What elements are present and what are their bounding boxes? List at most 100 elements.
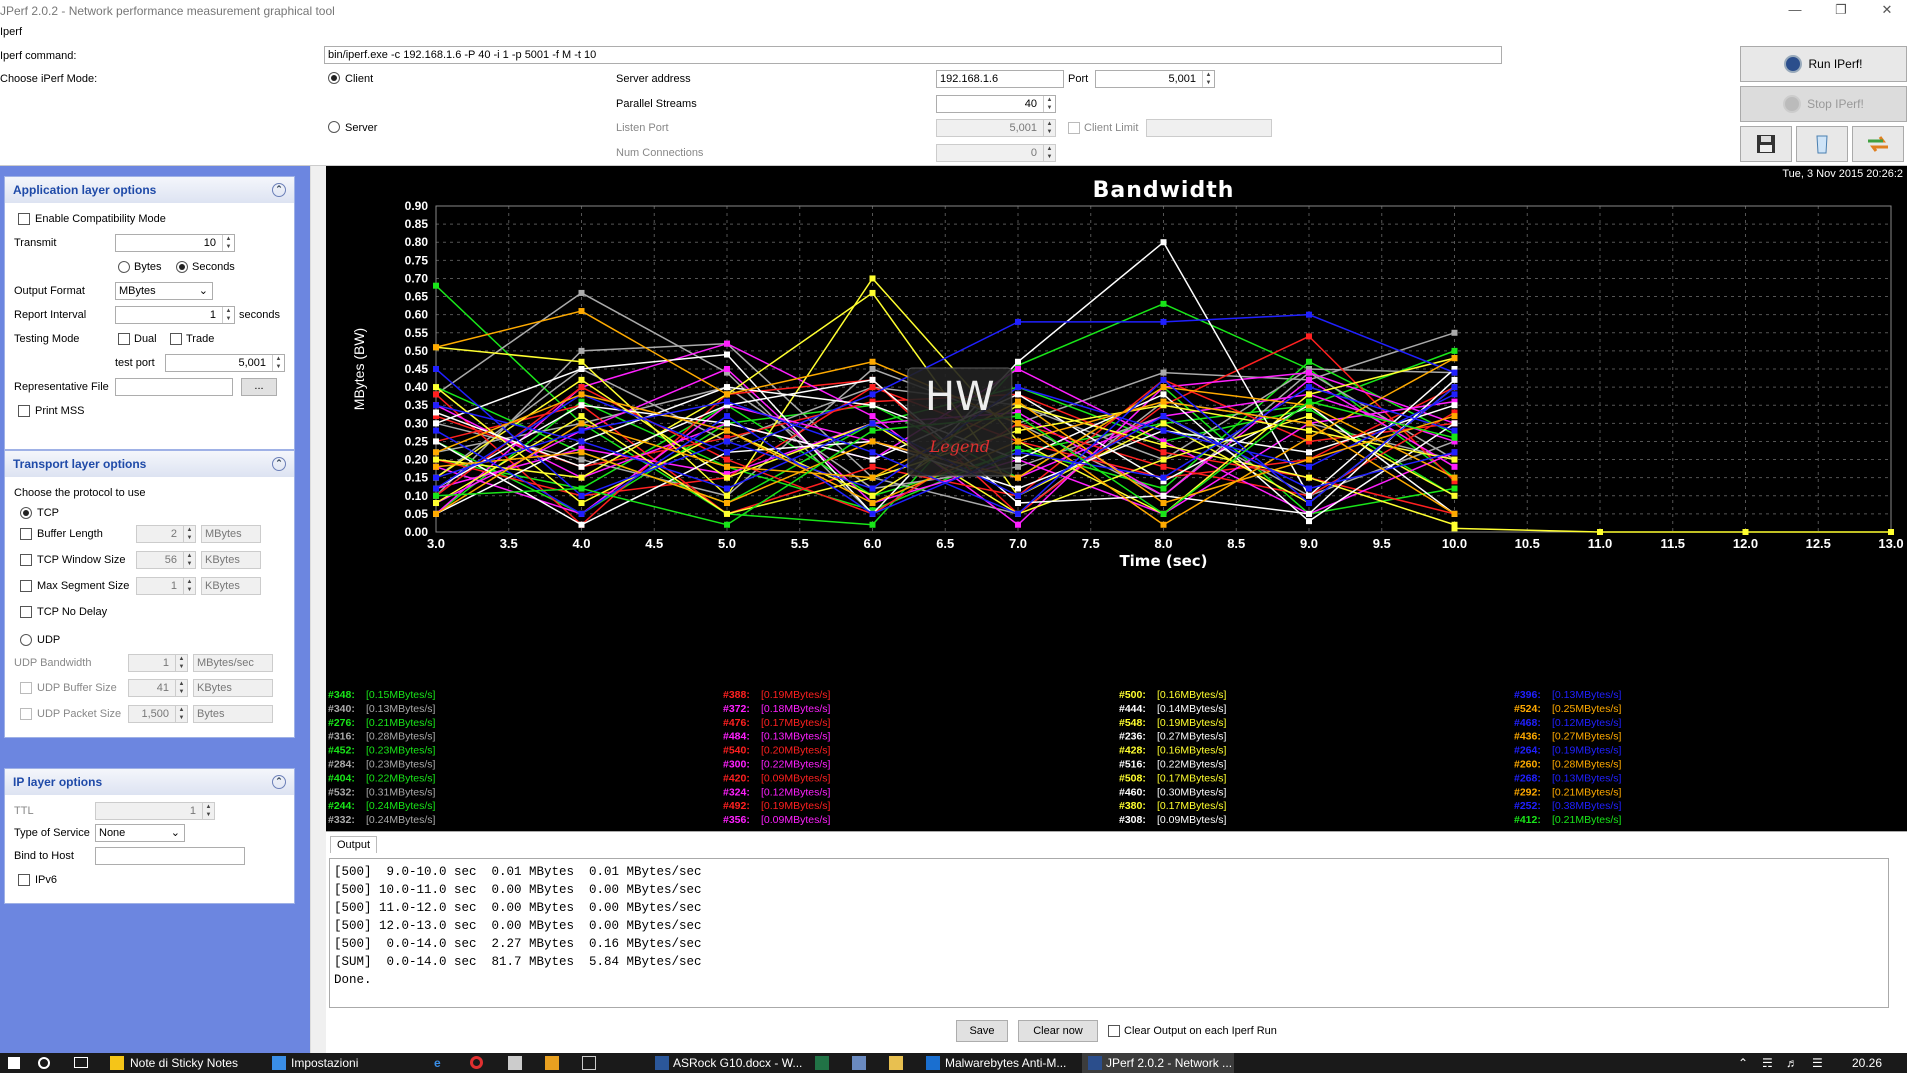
compat-mode-checkbox[interactable]: [18, 213, 30, 225]
media-icon[interactable]: [545, 1056, 559, 1070]
max-segment-spinner[interactable]: ▲ ▼: [183, 578, 195, 594]
parallel-spinner[interactable]: ▲ ▼: [1043, 96, 1055, 112]
output-text[interactable]: [500] 9.0-10.0 sec 0.01 MBytes 0.01 MByt…: [329, 858, 1889, 1008]
test-port-field[interactable]: 5,001 ▲ ▼: [165, 354, 285, 372]
port-field[interactable]: 5,001 ▲ ▼: [1095, 70, 1215, 88]
dual-checkbox[interactable]: [118, 333, 130, 345]
num-conn-spinner[interactable]: ▲ ▼: [1043, 145, 1055, 161]
listen-port-field[interactable]: 5,001 ▲ ▼: [936, 119, 1056, 137]
tcp-window-checkbox[interactable]: [20, 554, 32, 566]
clear-now-button[interactable]: Clear now: [1018, 1020, 1098, 1042]
tray-chevron-icon[interactable]: ⌃: [1738, 1056, 1748, 1070]
parallel-streams-field[interactable]: 40 ▲ ▼: [936, 95, 1056, 113]
udp-packet-unit-select[interactable]: Bytes: [193, 705, 273, 723]
phone-icon[interactable]: [852, 1056, 866, 1070]
ipv6-checkbox[interactable]: [18, 874, 30, 886]
num-connections-field[interactable]: 0 ▲ ▼: [936, 144, 1056, 162]
report-interval-field[interactable]: 1 ▲ ▼: [115, 306, 235, 324]
rep-file-field[interactable]: [115, 378, 233, 396]
app-icon[interactable]: [582, 1056, 596, 1070]
ip-layer-header[interactable]: IP layer options ⌃: [5, 769, 294, 795]
max-segment-unit-select[interactable]: KBytes: [201, 577, 261, 595]
iperf-command-field[interactable]: bin/iperf.exe -c 192.168.1.6 -P 40 -i 1 …: [324, 46, 1502, 64]
search-icon[interactable]: [38, 1057, 50, 1069]
trade-checkbox[interactable]: [170, 333, 182, 345]
network-icon[interactable]: ☴: [1762, 1056, 1773, 1070]
taskbar-item-settings[interactable]: Impostazioni: [291, 1056, 358, 1070]
seconds-radio[interactable]: [176, 261, 188, 273]
collapse-icon[interactable]: ⌃: [272, 457, 286, 471]
transport-layer-header[interactable]: Transport layer options ⌃: [5, 451, 294, 477]
buffer-length-unit-select[interactable]: MBytes: [201, 525, 261, 543]
ttl-field[interactable]: 1 ▲ ▼: [95, 802, 215, 820]
output-format-select[interactable]: MBytes ⌄: [115, 282, 213, 300]
bind-host-field[interactable]: [95, 847, 245, 865]
tos-select[interactable]: None ⌄: [95, 824, 185, 842]
stop-iperf-button[interactable]: Stop IPerf!: [1740, 86, 1907, 122]
task-view-icon[interactable]: [74, 1057, 88, 1068]
store-icon[interactable]: [508, 1056, 522, 1070]
minimize-icon[interactable]: —: [1772, 0, 1818, 22]
udp-packet-field[interactable]: 1,500 ▲ ▼: [128, 705, 188, 723]
output-tab[interactable]: Output: [330, 836, 378, 853]
tcp-window-spinner[interactable]: ▲ ▼: [183, 552, 195, 568]
buffer-length-spinner[interactable]: ▲ ▼: [183, 526, 195, 542]
volume-icon[interactable]: ♬: [1786, 1056, 1798, 1070]
clear-icon[interactable]: [1796, 126, 1848, 162]
windows-start-icon[interactable]: [8, 1057, 20, 1069]
buffer-length-field[interactable]: 2 ▲ ▼: [136, 525, 196, 543]
listen-port-spinner[interactable]: ▲ ▼: [1043, 120, 1055, 136]
ttl-spinner[interactable]: ▲ ▼: [202, 803, 214, 819]
edge-icon[interactable]: e: [434, 1056, 448, 1070]
refresh-icon[interactable]: [1852, 126, 1904, 162]
report-interval-spinner[interactable]: ▲ ▼: [222, 307, 234, 323]
server-address-field[interactable]: 192.168.1.6: [936, 70, 1064, 88]
save-button[interactable]: Save: [956, 1020, 1008, 1042]
udp-bandwidth-spinner[interactable]: ▲ ▼: [175, 655, 187, 671]
taskbar-item-malwarebytes[interactable]: Malwarebytes Anti-M...: [945, 1056, 1066, 1070]
port-spinner[interactable]: ▲ ▼: [1202, 71, 1214, 87]
tcp-window-field[interactable]: 56 ▲ ▼: [136, 551, 196, 569]
max-segment-checkbox[interactable]: [20, 580, 32, 592]
left-scrollbar[interactable]: [310, 166, 326, 1053]
browse-button[interactable]: ...: [241, 378, 277, 396]
tcp-radio[interactable]: [20, 507, 32, 519]
opera-icon[interactable]: [470, 1056, 483, 1069]
close-icon[interactable]: ✕: [1864, 0, 1907, 22]
client-limit-field[interactable]: [1146, 119, 1272, 137]
udp-buffer-unit-select[interactable]: KBytes: [193, 679, 273, 697]
taskbar-item-jperf[interactable]: JPerf 2.0.2 - Network ...: [1106, 1056, 1232, 1070]
udp-buffer-checkbox[interactable]: [20, 682, 32, 694]
notifications-icon[interactable]: ☰: [1812, 1056, 1823, 1070]
udp-packet-checkbox[interactable]: [20, 708, 32, 720]
client-radio[interactable]: [328, 72, 340, 84]
transmit-spinner[interactable]: ▲ ▼: [222, 235, 234, 251]
tcp-no-delay-checkbox[interactable]: [20, 606, 32, 618]
udp-bandwidth-unit-select[interactable]: MBytes/sec: [193, 654, 273, 672]
udp-bandwidth-field[interactable]: 1 ▲ ▼: [128, 654, 188, 672]
udp-packet-spinner[interactable]: ▲ ▼: [175, 706, 187, 722]
max-segment-field[interactable]: 1 ▲ ▼: [136, 577, 196, 595]
udp-buffer-spinner[interactable]: ▲ ▼: [175, 680, 187, 696]
collapse-icon[interactable]: ⌃: [272, 775, 286, 789]
clear-each-run-checkbox[interactable]: [1108, 1025, 1120, 1037]
buffer-length-checkbox[interactable]: [20, 528, 32, 540]
udp-buffer-field[interactable]: 41 ▲ ▼: [128, 679, 188, 697]
menu-iperf[interactable]: Iperf: [0, 26, 22, 38]
bytes-radio[interactable]: [118, 261, 130, 273]
application-layer-header[interactable]: Application layer options ⌃: [5, 177, 294, 203]
server-radio[interactable]: [328, 121, 340, 133]
client-limit-checkbox[interactable]: [1068, 122, 1080, 134]
collapse-icon[interactable]: ⌃: [272, 183, 286, 197]
transmit-field[interactable]: 10 ▲ ▼: [115, 234, 235, 252]
tcp-window-unit-select[interactable]: KBytes: [201, 551, 261, 569]
folder-icon[interactable]: [889, 1056, 903, 1070]
print-mss-checkbox[interactable]: [18, 405, 30, 417]
excel-icon[interactable]: [815, 1056, 829, 1070]
run-iperf-button[interactable]: Run IPerf!: [1740, 46, 1907, 82]
save-icon[interactable]: [1740, 126, 1792, 162]
restore-icon[interactable]: ❐: [1818, 0, 1864, 22]
taskbar-item-word[interactable]: ASRock G10.docx - W...: [673, 1056, 802, 1070]
taskbar-item-sticky[interactable]: Note di Sticky Notes: [130, 1056, 238, 1070]
udp-radio[interactable]: [20, 634, 32, 646]
